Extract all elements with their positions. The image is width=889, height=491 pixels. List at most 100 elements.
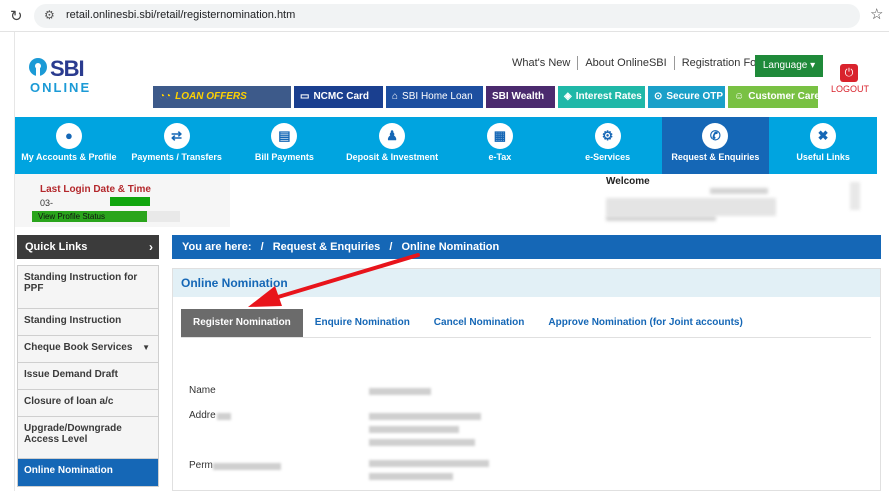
address-bar[interactable]: ⚙ retail.onlinesbi.sbi/retail/registerno… [34, 4, 860, 28]
nav-label: Payments / Transfers [131, 152, 222, 162]
services-icon: ⚙ [594, 123, 621, 149]
bookmark-star-icon[interactable]: ☆ [870, 5, 883, 23]
welcome-label: Welcome [606, 176, 650, 187]
promo-label: Customer Care [748, 91, 820, 102]
nav-deposit[interactable]: ♟ Deposit & Investment [338, 117, 446, 174]
quick-link-loan-closure[interactable]: Closure of loan a/c [17, 390, 159, 417]
promo-home-loan[interactable]: ⌂ SBI Home Loan [386, 86, 483, 108]
blurred-address-line [369, 439, 475, 446]
blurred-side-box [850, 182, 860, 210]
breadcrumb-page: Online Nomination [401, 241, 500, 253]
logout-button[interactable]: ⏻ LOGOUT [831, 64, 870, 94]
sbi-logo[interactable]: SBI ONLINE [29, 56, 99, 96]
browser-toolbar: ↻ ⚙ retail.onlinesbi.sbi/retail/register… [0, 0, 889, 32]
breadcrumb-sep: / [389, 241, 393, 253]
tax-icon: ▦ [486, 123, 513, 149]
nav-label: e-Tax [488, 152, 512, 162]
top-link-about[interactable]: About OnlineSBI [578, 56, 675, 70]
tab-approve-nomination[interactable]: Approve Nomination (for Joint accounts) [536, 309, 754, 337]
site-settings-icon[interactable]: ⚙ [44, 8, 55, 22]
nav-label: My Accounts & Profile [21, 152, 117, 162]
quick-link-standing-instruction[interactable]: Standing Instruction [17, 309, 159, 336]
page: SBI ONLINE What's New About OnlineSBI Re… [14, 32, 881, 491]
nomination-tabs: Register Nomination Enquire Nomination C… [181, 309, 755, 337]
nav-my-accounts[interactable]: ● My Accounts & Profile [15, 117, 123, 174]
tab-divider [181, 337, 871, 338]
logo-brand: SBI [50, 56, 85, 81]
breadcrumb-sep: / [260, 241, 264, 253]
panel-title: Online Nomination [173, 269, 880, 297]
quick-link-cheque-book[interactable]: Cheque Book Services ▼ [17, 336, 159, 363]
phone-icon: ✆ [702, 123, 729, 149]
sbi-logo-icon [29, 58, 47, 76]
promo-label: LOAN OFFERS [175, 91, 247, 102]
user-icon: ● [55, 123, 82, 149]
blurred-address-line [369, 413, 481, 420]
tag-icon: ◈ [564, 91, 572, 102]
tab-cancel-nomination[interactable]: Cancel Nomination [422, 309, 537, 337]
promo-customer-care[interactable]: ☺ Customer Care [728, 86, 820, 108]
transfer-icon: ⇄ [163, 123, 190, 149]
breadcrumb-section[interactable]: Request & Enquiries [273, 241, 381, 253]
promo-interest-rates[interactable]: ◈ Interest Rates [558, 86, 645, 108]
quick-links-title: Quick Links [25, 241, 88, 253]
promo-loan-offers[interactable]: ◔◔ LOAN OFFERS [153, 86, 291, 108]
promo-wealth[interactable]: SBI Wealth [486, 86, 555, 108]
nav-request-enquiries[interactable]: ✆ Request & Enquiries [661, 117, 770, 174]
blurred-label-rest [217, 413, 231, 420]
breadcrumb: You are here: / Request & Enquiries / On… [172, 235, 881, 259]
blurred-user-name [710, 188, 768, 194]
last-login-date: 03- [40, 198, 54, 208]
tab-enquire-nomination[interactable]: Enquire Nomination [303, 309, 422, 337]
quick-links-header[interactable]: Quick Links › [17, 235, 159, 259]
quick-link-online-nomination[interactable]: Online Nomination [17, 459, 159, 487]
promo-secure-otp[interactable]: ⊙ Secure OTP [648, 86, 725, 108]
card-icon: ▭ [300, 91, 310, 102]
promo-label: Secure OTP [666, 91, 724, 102]
logout-label: LOGOUT [831, 84, 870, 94]
chevron-right-icon: › [149, 240, 153, 254]
profile-status-label: View Profile Status [38, 212, 105, 221]
promo-banners: ◔◔ LOAN OFFERS ▭ NCMC Card ⌂ SBI Home Loan … [153, 86, 820, 108]
tab-register-nomination[interactable]: Register Nomination [181, 309, 303, 337]
breadcrumb-prefix: You are here: [182, 241, 252, 253]
nav-bill-payments[interactable]: ▤ Bill Payments [231, 117, 339, 174]
nav-useful-links[interactable]: ✖ Useful Links [769, 117, 877, 174]
url-text[interactable]: retail.onlinesbi.sbi/retail/registernomi… [66, 9, 295, 21]
blurred-name-value [369, 388, 431, 395]
logo-sub: ONLINE [30, 80, 92, 95]
quick-links-list: Standing Instruction for PPF Standing In… [17, 265, 159, 487]
language-label: Language [762, 60, 808, 71]
blurred-address-line [369, 426, 459, 433]
quick-link-access-level[interactable]: Upgrade/Downgrade Access Level [17, 417, 159, 459]
nav-label: Bill Payments [254, 152, 314, 162]
profile-status-bar[interactable]: View Profile Status [32, 211, 180, 222]
nav-etax[interactable]: ▦ e-Tax [446, 117, 554, 174]
last-login-title: Last Login Date & Time [40, 184, 151, 195]
quick-link-label: Cheque Book Services [24, 342, 133, 353]
nav-label: Deposit & Investment [346, 152, 439, 162]
quick-link-demand-draft[interactable]: Issue Demand Draft [17, 363, 159, 390]
links-icon: ✖ [810, 123, 837, 149]
top-link-whats-new[interactable]: What's New [505, 56, 579, 70]
agent-icon: ☺ [734, 91, 745, 102]
nav-payments[interactable]: ⇄ Payments / Transfers [123, 117, 231, 174]
reload-icon[interactable]: ↻ [10, 7, 23, 25]
blurred-user-details [606, 198, 776, 216]
nav-eservices[interactable]: ⚙ e-Services [554, 117, 662, 174]
quick-link-si-ppf[interactable]: Standing Instruction for PPF [17, 265, 159, 309]
promo-label: SBI Home Loan [402, 91, 473, 102]
lock-icon: ⊙ [654, 91, 663, 102]
blurred-permanent-line [369, 460, 489, 467]
nav-label: Useful Links [796, 152, 850, 162]
promo-label: SBI Wealth [492, 91, 545, 102]
last-login-panel: Last Login Date & Time 03- View Profile … [15, 174, 230, 227]
field-label-address: Addre [189, 410, 216, 421]
nav-label: e-Services [585, 152, 631, 162]
power-icon: ⏻ [840, 64, 858, 82]
language-button[interactable]: Language ▾ [755, 55, 823, 77]
top-links: What's New About OnlineSBI Registration … [505, 56, 782, 70]
loan-icon: ◔◔ [159, 91, 172, 102]
deposit-icon: ♟ [379, 123, 406, 149]
promo-ncmc-card[interactable]: ▭ NCMC Card [294, 86, 383, 108]
